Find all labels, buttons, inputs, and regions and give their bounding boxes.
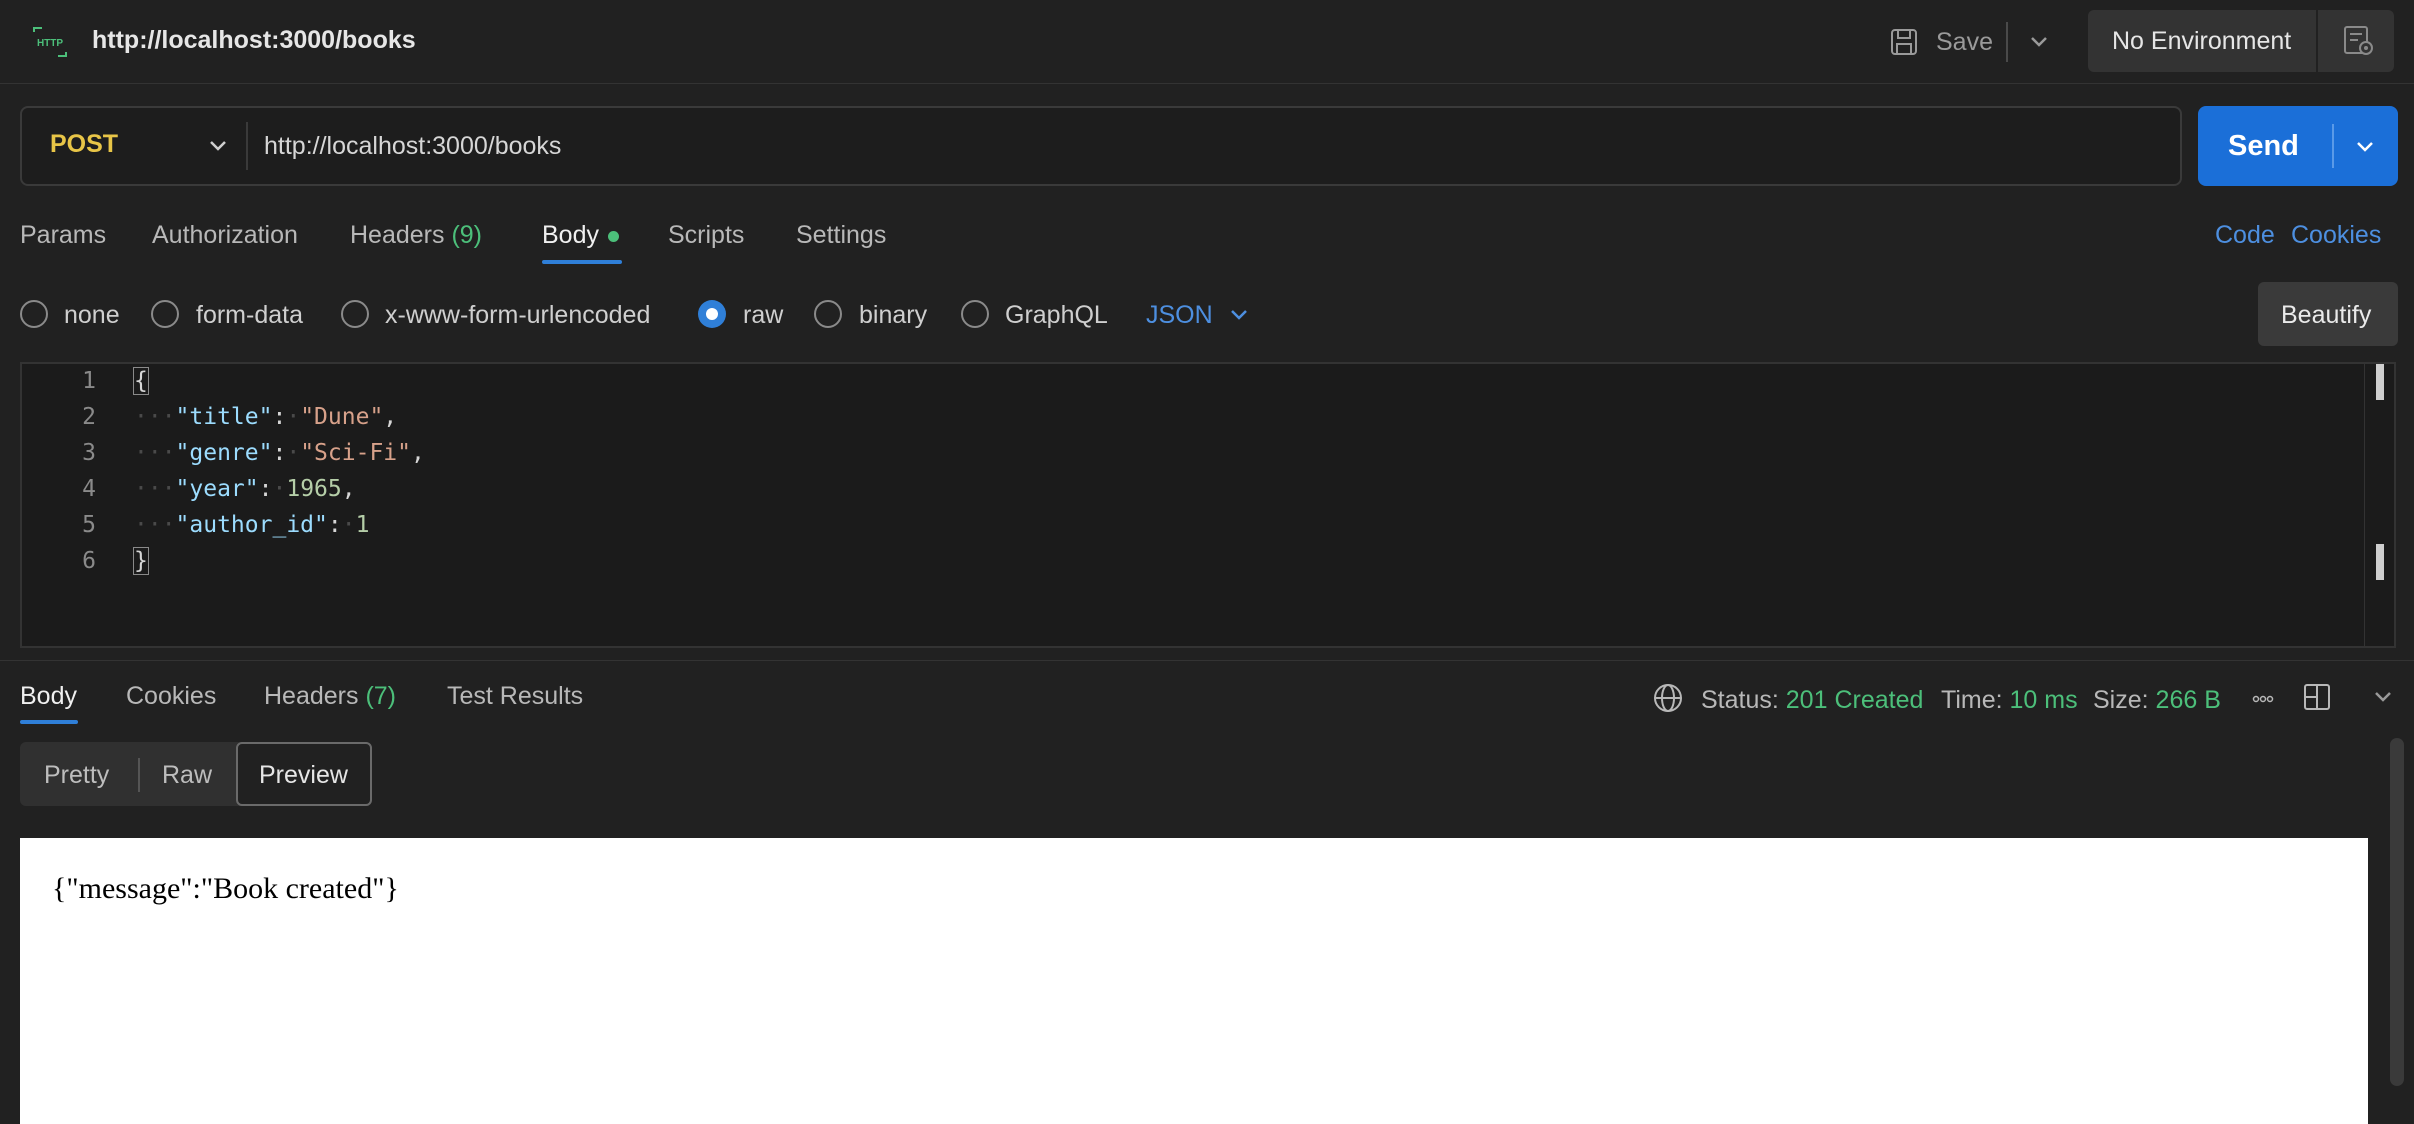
radio-graphql[interactable]	[961, 300, 989, 328]
tab-body[interactable]: Body	[542, 221, 599, 250]
response-time[interactable]: Time: 10 ms	[1941, 686, 2078, 715]
environment-divider	[2316, 10, 2318, 72]
line-number: 5	[82, 512, 96, 538]
status-label: Status:	[1701, 686, 1779, 714]
size-label: Size:	[2093, 686, 2149, 714]
line-number: 1	[82, 368, 96, 394]
body-modified-dot	[608, 231, 619, 242]
code-line: {	[133, 367, 149, 395]
radio-binary-label: binary	[859, 301, 928, 329]
code-line: ···"year":·1965,	[134, 476, 356, 502]
svg-text:HTTP: HTTP	[37, 38, 63, 49]
time-label: Time:	[1941, 686, 2003, 714]
http-icon: HTTP	[33, 27, 67, 57]
radio-urlencoded[interactable]	[341, 300, 369, 328]
code-key: "genre"	[175, 440, 273, 466]
response-tab-headers-label: Headers	[264, 682, 359, 710]
radio-urlencoded-label: x-www-form-urlencoded	[385, 301, 651, 329]
code-line: ···"genre":·"Sci-Fi",	[134, 440, 425, 466]
radio-form-data[interactable]	[151, 300, 179, 328]
editor-scroll-marker	[2376, 364, 2384, 400]
response-divider[interactable]	[0, 660, 2414, 661]
line-number: 6	[82, 548, 96, 574]
response-tab-cookies[interactable]: Cookies	[126, 682, 216, 711]
code-line: ···"author_id":·1	[134, 512, 370, 538]
layout-toggle-icon[interactable]	[2302, 682, 2332, 712]
environment-label: No Environment	[2112, 27, 2292, 55]
send-divider	[2332, 124, 2334, 168]
code-line: }	[133, 547, 149, 575]
radio-none-label: none	[64, 301, 120, 329]
active-response-tab-indicator	[20, 720, 78, 724]
tab-headers[interactable]: Headers (9)	[350, 221, 482, 250]
code-string: "Dune"	[300, 404, 384, 430]
code-line: ···"title":·"Dune",	[134, 404, 398, 430]
code-key: "year"	[175, 476, 259, 502]
tab-headers-count: (9)	[451, 221, 483, 249]
response-scrollbar[interactable]	[2390, 738, 2404, 1086]
tab-settings[interactable]: Settings	[796, 221, 886, 250]
response-size[interactable]: Size: 266 B	[2093, 686, 2221, 715]
url-divider	[246, 122, 248, 170]
tab-headers-label: Headers	[350, 221, 445, 249]
save-label: Save	[1936, 27, 1993, 56]
tab-authorization[interactable]: Authorization	[152, 221, 298, 250]
code-close-brace: }	[133, 547, 149, 575]
line-number: 2	[82, 404, 96, 430]
beautify-label: Beautify	[2281, 301, 2372, 329]
code-key: "title"	[175, 404, 273, 430]
chevron-down-icon[interactable]	[204, 132, 232, 160]
view-raw-button[interactable]: Raw	[162, 761, 212, 790]
code-string: "Sci-Fi"	[300, 440, 411, 466]
response-tab-body[interactable]: Body	[20, 682, 77, 711]
response-tab-headers-count: (7)	[365, 682, 397, 710]
line-number: 3	[82, 440, 96, 466]
size-value: 266 B	[2155, 686, 2221, 714]
save-button[interactable]: Save	[1888, 20, 1993, 64]
status-value: 201 Created	[1785, 686, 1924, 714]
chevron-down-icon[interactable]	[2024, 24, 2054, 60]
code-number: 1965	[286, 476, 342, 502]
body-format-selector[interactable]: JSON	[1146, 301, 1213, 330]
response-status[interactable]: Status: 201 Created	[1701, 686, 1923, 715]
tab-params[interactable]: Params	[20, 221, 106, 250]
save-divider	[2006, 22, 2008, 62]
radio-binary[interactable]	[814, 300, 842, 328]
active-tab-indicator	[542, 260, 622, 264]
save-icon	[1891, 29, 1917, 55]
method-selector[interactable]: POST	[50, 130, 118, 159]
radio-raw-label: raw	[743, 301, 784, 329]
cookies-link[interactable]: Cookies	[2291, 221, 2381, 250]
line-number: 4	[82, 476, 96, 502]
globe-icon[interactable]	[1652, 682, 1684, 714]
send-label: Send	[2228, 130, 2299, 162]
code-open-brace: {	[133, 367, 149, 395]
radio-form-data-label: form-data	[196, 301, 303, 329]
code-key: "author_id"	[175, 512, 328, 538]
response-preview-text: {"message":"Book created"}	[52, 872, 399, 905]
url-input[interactable]	[264, 124, 2154, 168]
response-tab-test-results[interactable]: Test Results	[447, 682, 583, 711]
code-number: 1	[355, 512, 370, 538]
radio-graphql-label: GraphQL	[1005, 301, 1108, 329]
radio-none[interactable]	[20, 300, 48, 328]
editor-scroll-marker	[2376, 544, 2384, 580]
chevron-down-icon[interactable]	[1226, 302, 1252, 328]
radio-raw[interactable]	[698, 300, 726, 328]
chevron-down-icon[interactable]	[2350, 132, 2380, 162]
chevron-down-icon[interactable]	[2368, 682, 2398, 712]
view-pretty-button[interactable]: Pretty	[44, 761, 109, 790]
more-options-icon[interactable]	[2250, 686, 2276, 712]
environment-quick-look-icon[interactable]	[2340, 22, 2376, 58]
editor-scrollbar[interactable]	[2364, 364, 2394, 646]
request-title[interactable]: http://localhost:3000/books	[92, 26, 416, 55]
time-value: 10 ms	[2009, 686, 2078, 714]
tab-scripts[interactable]: Scripts	[668, 221, 744, 250]
view-preview-label: Preview	[259, 761, 348, 789]
response-tab-headers[interactable]: Headers (7)	[264, 682, 396, 711]
view-divider	[138, 758, 140, 792]
code-link[interactable]: Code	[2215, 221, 2275, 250]
